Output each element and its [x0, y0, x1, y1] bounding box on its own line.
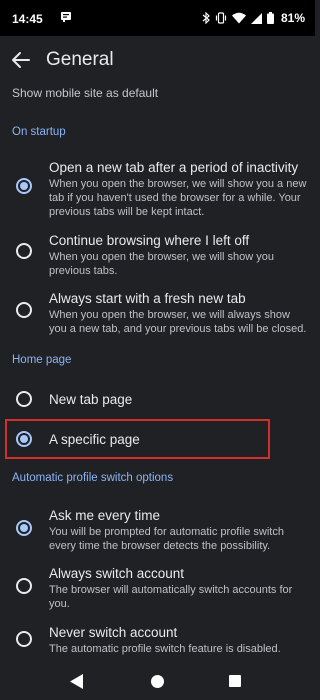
radio-button-checked[interactable]	[16, 520, 32, 536]
status-bar: 14:45 81%	[0, 0, 315, 36]
radio-button[interactable]	[16, 578, 32, 594]
option-description: When you open the browser, we will show …	[49, 178, 307, 218]
option-title: Ask me every time	[49, 508, 161, 523]
radio-button[interactable]	[16, 391, 32, 407]
page-title: General	[46, 49, 114, 70]
radio-button-checked[interactable]	[16, 178, 32, 194]
vibrate-icon	[215, 12, 227, 24]
option-title: New tab page	[49, 392, 133, 407]
section-label-home-page: Home page	[12, 354, 72, 366]
battery-percentage: 81%	[280, 11, 305, 25]
signal-icon	[250, 12, 262, 24]
nav-home-icon[interactable]	[151, 675, 164, 688]
option-title: Always start with a fresh new tab	[49, 291, 246, 306]
option-description: When you open the browser, we will show …	[49, 251, 275, 277]
nav-back-icon[interactable]	[70, 674, 84, 689]
status-time: 14:45	[12, 12, 43, 26]
option-title: Continue browsing where I left off	[49, 233, 250, 248]
radio-button[interactable]	[16, 243, 32, 259]
option-title: Never switch account	[49, 625, 178, 640]
back-arrow-icon[interactable]	[10, 49, 32, 71]
highlight-box	[5, 419, 270, 459]
section-label-profile-switch: Automatic profile switch options	[12, 472, 174, 484]
wifi-icon	[231, 12, 246, 24]
battery-icon	[266, 12, 274, 24]
bluetooth-icon	[202, 12, 210, 24]
option-title: Always switch account	[49, 566, 185, 581]
mobile-site-description[interactable]: Show mobile site as default	[12, 86, 158, 100]
option-description: The automatic profile switch feature is …	[49, 643, 281, 655]
radio-button[interactable]	[16, 302, 32, 318]
notification-icon	[61, 12, 71, 22]
option-description: When you open the browser, we will alway…	[49, 309, 307, 335]
option-title: Open a new tab after a period of inactiv…	[49, 160, 299, 175]
option-description: You will be prompted for automatic profi…	[49, 526, 284, 552]
section-label-on-startup: On startup	[12, 126, 66, 138]
app-bar: General	[0, 36, 315, 82]
option-description: The browser will automatically switch ac…	[49, 584, 293, 610]
nav-recents-icon[interactable]	[229, 675, 241, 687]
radio-button[interactable]	[16, 631, 32, 647]
